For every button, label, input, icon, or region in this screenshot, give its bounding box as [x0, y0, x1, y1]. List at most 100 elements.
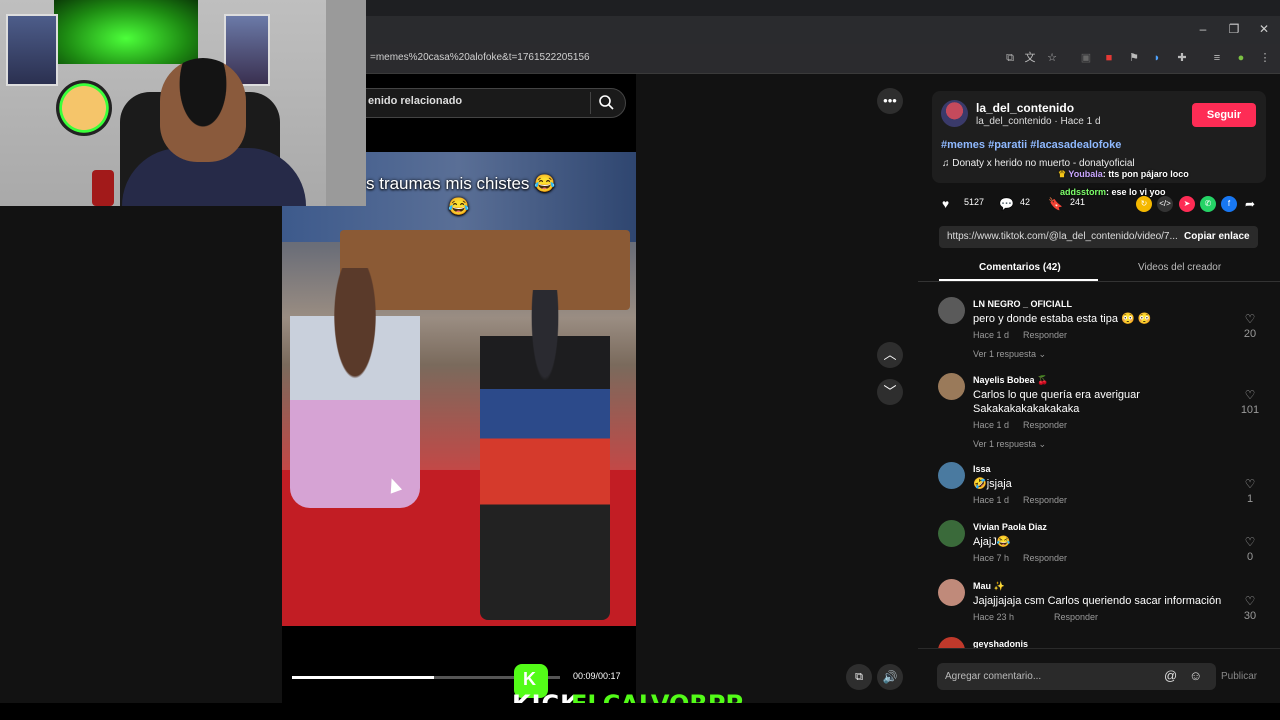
- chat-message-1: ♛ Youbala: tts pon pájaro loco: [1058, 169, 1189, 180]
- avatar[interactable]: [941, 100, 968, 127]
- comment-author[interactable]: LN NEGRO _ OFICIALL: [973, 299, 1072, 309]
- comment-author[interactable]: Mau ✨: [973, 581, 1005, 592]
- chevron-down-icon[interactable]: ﹀: [877, 379, 903, 405]
- extension-icon[interactable]: ⚑: [1126, 50, 1142, 66]
- browser-menu-icon[interactable]: ⋮: [1257, 50, 1273, 66]
- video-person-left: [290, 268, 420, 508]
- reply-button[interactable]: Responder: [1054, 612, 1098, 622]
- author-username[interactable]: la_del_contenido: [976, 101, 1074, 115]
- comment-like-count: 1: [1246, 493, 1254, 505]
- tabs-divider: [918, 281, 1280, 282]
- bookmark-star-icon[interactable]: ☆: [1044, 50, 1060, 66]
- maximize-button[interactable]: ❐: [1219, 22, 1249, 36]
- comment-text: Jajajjajaja csm Carlos queriendo sacar i…: [973, 595, 1222, 607]
- comment-like-count: 30: [1243, 610, 1257, 622]
- embed-icon[interactable]: </>: [1157, 196, 1173, 212]
- comment-like-heart-icon[interactable]: ♡: [1243, 535, 1257, 549]
- search-text[interactable]: enido relacionado: [368, 95, 462, 107]
- minimize-button[interactable]: –: [1188, 22, 1218, 36]
- view-replies-link[interactable]: Ver 1 respuesta ⌄: [973, 349, 1046, 360]
- left-empty-area: [0, 206, 282, 703]
- crown-icon: ♛: [1058, 169, 1067, 179]
- emoji-icon[interactable]: ☺: [1189, 668, 1202, 683]
- comment-like-heart-icon[interactable]: ♡: [1243, 388, 1257, 402]
- comment-avatar[interactable]: [938, 579, 965, 606]
- copy-link-button[interactable]: Copiar enlace: [1184, 231, 1250, 242]
- webcam-neon-sign: [56, 80, 112, 136]
- comment-author[interactable]: Nayelis Bobea 🍒: [973, 375, 1048, 386]
- mention-icon[interactable]: @: [1164, 668, 1177, 683]
- chat-text: : ese lo vi yoo: [1106, 187, 1166, 197]
- url-text[interactable]: =memes%20casa%20alofoke&t=1761522205156: [370, 52, 590, 63]
- share-arrow-icon[interactable]: ➦: [1242, 196, 1258, 212]
- close-window-button[interactable]: ✕: [1249, 22, 1279, 36]
- webcam-green-panel: [54, 0, 198, 64]
- repost-icon[interactable]: ↻: [1136, 196, 1152, 212]
- comment-count: 42: [1020, 197, 1031, 207]
- extension-icon[interactable]: ◗: [1149, 50, 1165, 66]
- webcam-microphone: [92, 170, 114, 206]
- view-replies-link[interactable]: Ver 1 respuesta ⌄: [973, 439, 1046, 450]
- comment-like-heart-icon[interactable]: ♡: [1243, 477, 1257, 491]
- media-controls-icon[interactable]: ≡: [1209, 50, 1225, 66]
- extension-icon[interactable]: ▣: [1078, 50, 1094, 66]
- comment-like-heart-icon[interactable]: ♡: [1243, 594, 1257, 608]
- kick-logo-letter: K: [523, 669, 536, 689]
- comment-like-heart-icon[interactable]: ♡: [1243, 312, 1257, 326]
- comment-text: AjajJ😂: [973, 536, 1011, 548]
- comment-text-line2: Sakakakakakakakaka: [973, 403, 1080, 415]
- publish-button[interactable]: Publicar: [1221, 671, 1257, 682]
- author-submeta: la_del_contenido · Hace 1 d: [976, 116, 1101, 127]
- tab-creator-videos[interactable]: Videos del creador: [1138, 262, 1221, 273]
- comment-avatar[interactable]: [938, 520, 965, 547]
- search-icon[interactable]: [598, 94, 614, 110]
- reply-button[interactable]: Responder: [1023, 420, 1067, 430]
- facebook-icon[interactable]: f: [1221, 196, 1237, 212]
- save-count: 241: [1070, 197, 1086, 207]
- video-caption-emoji: 😂: [448, 197, 470, 216]
- chat-user: addsstorm: [1060, 187, 1107, 197]
- chat-text: : tts pon pájaro loco: [1102, 169, 1189, 179]
- comment-time: Hace 1 d: [973, 495, 1010, 505]
- comment-avatar[interactable]: [938, 373, 965, 400]
- volume-icon[interactable]: 🔊: [877, 664, 903, 690]
- comment-avatar[interactable]: [938, 297, 965, 324]
- extensions-puzzle-icon[interactable]: ✚: [1174, 50, 1190, 66]
- whatsapp-icon[interactable]: ✆: [1200, 196, 1216, 212]
- tab-comments[interactable]: Comentarios (42): [979, 262, 1061, 273]
- webcam-overlay: [0, 0, 366, 206]
- follow-button[interactable]: Seguir: [1192, 103, 1256, 127]
- reply-button[interactable]: Responder: [1023, 553, 1067, 563]
- bookmark-icon[interactable]: 🔖: [1048, 197, 1063, 211]
- hashtags[interactable]: #memes #paratii #lacasadealofoke: [941, 139, 1121, 151]
- music-label[interactable]: ♫ Donaty x herido no muerto - donatyofic…: [942, 158, 1135, 169]
- comment-time: Hace 23 h: [973, 612, 1015, 622]
- share-link-text[interactable]: https://www.tiktok.com/@la_del_contenido…: [947, 231, 1178, 242]
- comment-text: Carlos lo que quería era averiguar: [973, 389, 1140, 401]
- chat-message-2: addsstorm: ese lo vi yoo: [1060, 187, 1166, 197]
- comment-author[interactable]: Issa: [973, 464, 991, 474]
- webcam-wall-panel: [326, 0, 366, 206]
- webcam-poster-left: [6, 14, 58, 86]
- reply-button[interactable]: Responder: [1023, 495, 1067, 505]
- chevron-up-icon[interactable]: ︿: [877, 342, 903, 368]
- comment-avatar[interactable]: [938, 462, 965, 489]
- comment-time: Hace 1 d: [973, 420, 1010, 430]
- chat-user: Youbala: [1068, 169, 1103, 179]
- profile-avatar-icon[interactable]: ●: [1233, 50, 1249, 66]
- video-caption: s traumas mis chistes 😂: [366, 174, 556, 193]
- like-count: 5127: [964, 197, 985, 207]
- comment-icon[interactable]: 💬: [999, 197, 1014, 211]
- extension-icon[interactable]: ■: [1101, 50, 1117, 66]
- more-options-icon[interactable]: •••: [877, 88, 903, 114]
- send-icon[interactable]: ➤: [1179, 196, 1195, 212]
- browser-tabstrip: [366, 16, 1280, 44]
- picture-in-picture-icon[interactable]: ⧉: [846, 664, 872, 690]
- comment-placeholder[interactable]: Agregar comentario...: [945, 671, 1041, 682]
- like-heart-icon[interactable]: ♥: [942, 197, 956, 211]
- install-app-icon[interactable]: ⧉: [1002, 50, 1018, 66]
- webcam-streamer-head: [160, 58, 246, 162]
- translate-icon[interactable]: 文: [1022, 50, 1038, 66]
- comment-author[interactable]: Vivian Paola Diaz: [973, 522, 1047, 532]
- reply-button[interactable]: Responder: [1023, 330, 1067, 340]
